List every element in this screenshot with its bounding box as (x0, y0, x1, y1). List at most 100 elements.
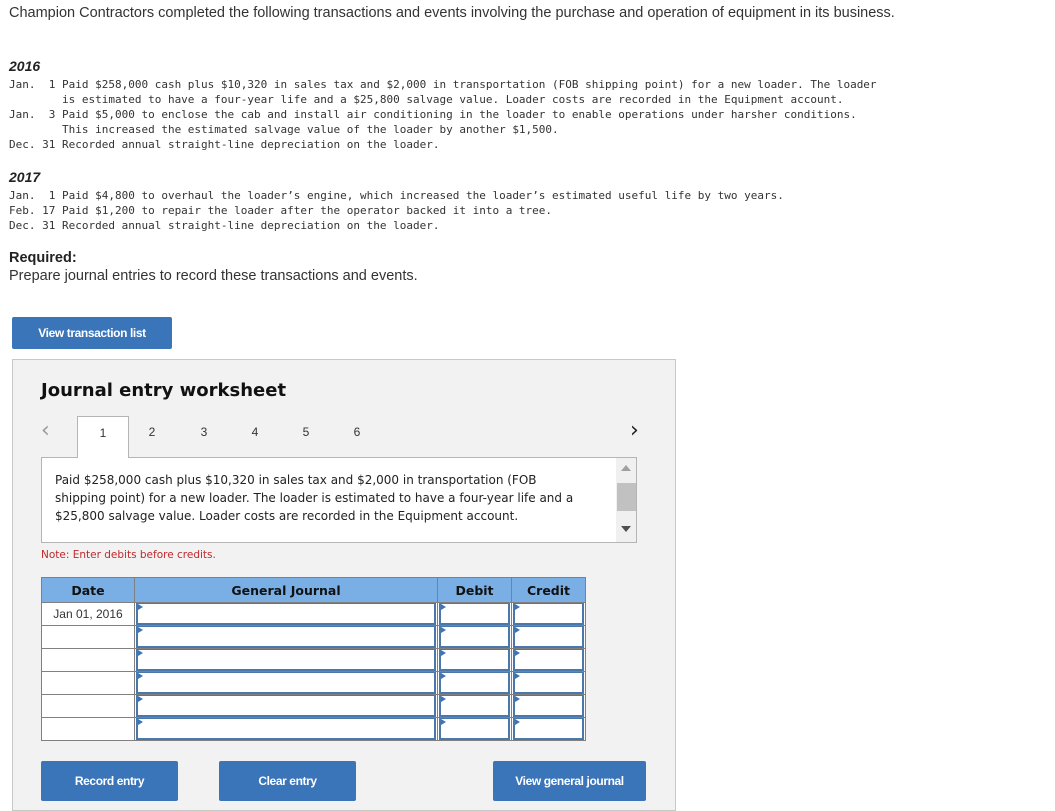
debit-input-cell (437, 717, 512, 741)
transaction-line: Jan. 3 Paid $5,000 to enclose the cab an… (9, 108, 857, 121)
dropdown-flag-icon (138, 673, 143, 679)
transaction-line: Jan. 1 Paid $4,800 to overhaul the loade… (9, 189, 784, 202)
date-cell[interactable] (41, 717, 135, 741)
dropdown-flag-icon (515, 650, 520, 656)
transaction-line: Jan. 1 Paid $258,000 cash plus $10,320 i… (9, 78, 877, 91)
dropdown-flag-icon (138, 604, 143, 610)
dropdown-flag-icon (138, 627, 143, 633)
header-debit: Debit (437, 577, 512, 603)
credit-input[interactable] (513, 695, 584, 717)
credit-input-cell (511, 625, 586, 649)
dropdown-flag-icon (441, 719, 446, 725)
transaction-line: Dec. 31 Recorded annual straight-line de… (9, 138, 440, 151)
worksheet-title: Journal entry worksheet (41, 380, 287, 401)
credit-input[interactable] (513, 718, 584, 740)
debit-input-cell (437, 625, 512, 649)
journal-entry-worksheet: Journal entry worksheet ‹ 1 2 3 4 5 6 › … (12, 359, 676, 811)
debit-input[interactable] (439, 672, 510, 694)
credit-input[interactable] (513, 626, 584, 648)
debit-input[interactable] (439, 626, 510, 648)
journal-table: Date General Journal Debit Credit Jan 01… (41, 577, 586, 741)
date-cell[interactable] (41, 671, 135, 695)
transaction-line: Dec. 31 Recorded annual straight-line de… (9, 219, 440, 232)
credit-input-cell (511, 648, 586, 672)
dropdown-flag-icon (138, 696, 143, 702)
credit-input-cell (511, 671, 586, 695)
debit-input[interactable] (439, 695, 510, 717)
credit-input[interactable] (513, 672, 584, 694)
credit-input[interactable] (513, 649, 584, 671)
debit-input-cell (437, 694, 512, 718)
account-input-cell (134, 671, 438, 695)
record-entry-button[interactable]: Record entry (41, 761, 178, 801)
clear-entry-button[interactable]: Clear entry (219, 761, 356, 801)
tab-2[interactable]: 2 (127, 416, 177, 456)
tab-5[interactable]: 5 (281, 416, 331, 456)
view-general-journal-button[interactable]: View general journal (493, 761, 646, 801)
account-input[interactable] (136, 649, 436, 671)
account-input-cell (134, 694, 438, 718)
account-input-cell (134, 602, 438, 626)
required-text: Prepare journal entries to record these … (9, 268, 418, 284)
account-input[interactable] (136, 695, 436, 717)
chevron-left-icon[interactable]: ‹ (41, 420, 50, 442)
dropdown-flag-icon (515, 673, 520, 679)
debits-note: Note: Enter debits before credits. (41, 549, 216, 561)
dropdown-flag-icon (441, 673, 446, 679)
debit-input[interactable] (439, 718, 510, 740)
table-row (41, 648, 586, 672)
table-row (41, 694, 586, 718)
debit-input-cell (437, 671, 512, 695)
date-cell[interactable] (41, 694, 135, 718)
dropdown-flag-icon (138, 719, 143, 725)
account-input[interactable] (136, 603, 436, 625)
tab-4[interactable]: 4 (230, 416, 280, 456)
date-cell: Jan 01, 2016 (41, 602, 135, 626)
credit-input[interactable] (513, 603, 584, 625)
dropdown-flag-icon (138, 650, 143, 656)
dropdown-flag-icon (515, 719, 520, 725)
dropdown-flag-icon (515, 696, 520, 702)
dropdown-flag-icon (515, 604, 520, 610)
dropdown-flag-icon (515, 627, 520, 633)
year-heading-2017: 2017 (9, 169, 41, 185)
account-input-cell (134, 648, 438, 672)
description-scrollbar[interactable] (616, 458, 636, 542)
header-credit: Credit (511, 577, 586, 603)
table-row: Jan 01, 2016 (41, 602, 586, 626)
dropdown-flag-icon (441, 604, 446, 610)
dropdown-flag-icon (441, 627, 446, 633)
account-input[interactable] (136, 718, 436, 740)
transaction-description: Paid $258,000 cash plus $10,320 in sales… (55, 473, 574, 523)
problem-intro: Champion Contractors completed the follo… (9, 5, 895, 21)
debit-input[interactable] (439, 603, 510, 625)
debit-input-cell (437, 648, 512, 672)
account-input[interactable] (136, 672, 436, 694)
table-row (41, 717, 586, 741)
date-cell[interactable] (41, 625, 135, 649)
account-input[interactable] (136, 626, 436, 648)
scroll-down-arrow-icon[interactable] (621, 526, 631, 532)
debit-input[interactable] (439, 649, 510, 671)
account-input-cell (134, 717, 438, 741)
dropdown-flag-icon (441, 650, 446, 656)
year-heading-2016: 2016 (9, 58, 41, 74)
credit-input-cell (511, 694, 586, 718)
transaction-line: Feb. 17 Paid $1,200 to repair the loader… (9, 204, 553, 217)
view-transaction-list-button[interactable]: View transaction list (12, 317, 172, 349)
tab-1[interactable]: 1 (77, 416, 129, 458)
tab-6[interactable]: 6 (332, 416, 382, 456)
tab-3[interactable]: 3 (179, 416, 229, 456)
table-row (41, 671, 586, 695)
scroll-thumb[interactable] (617, 483, 636, 511)
transaction-line: is estimated to have a four-year life an… (9, 93, 844, 106)
credit-input-cell (511, 717, 586, 741)
date-cell[interactable] (41, 648, 135, 672)
transaction-line: This increased the estimated salvage val… (9, 123, 559, 136)
scroll-up-arrow-icon[interactable] (621, 465, 631, 471)
required-label: Required: (9, 250, 77, 266)
credit-input-cell (511, 602, 586, 626)
header-general-journal: General Journal (134, 577, 438, 603)
account-input-cell (134, 625, 438, 649)
chevron-right-icon[interactable]: › (630, 420, 639, 442)
